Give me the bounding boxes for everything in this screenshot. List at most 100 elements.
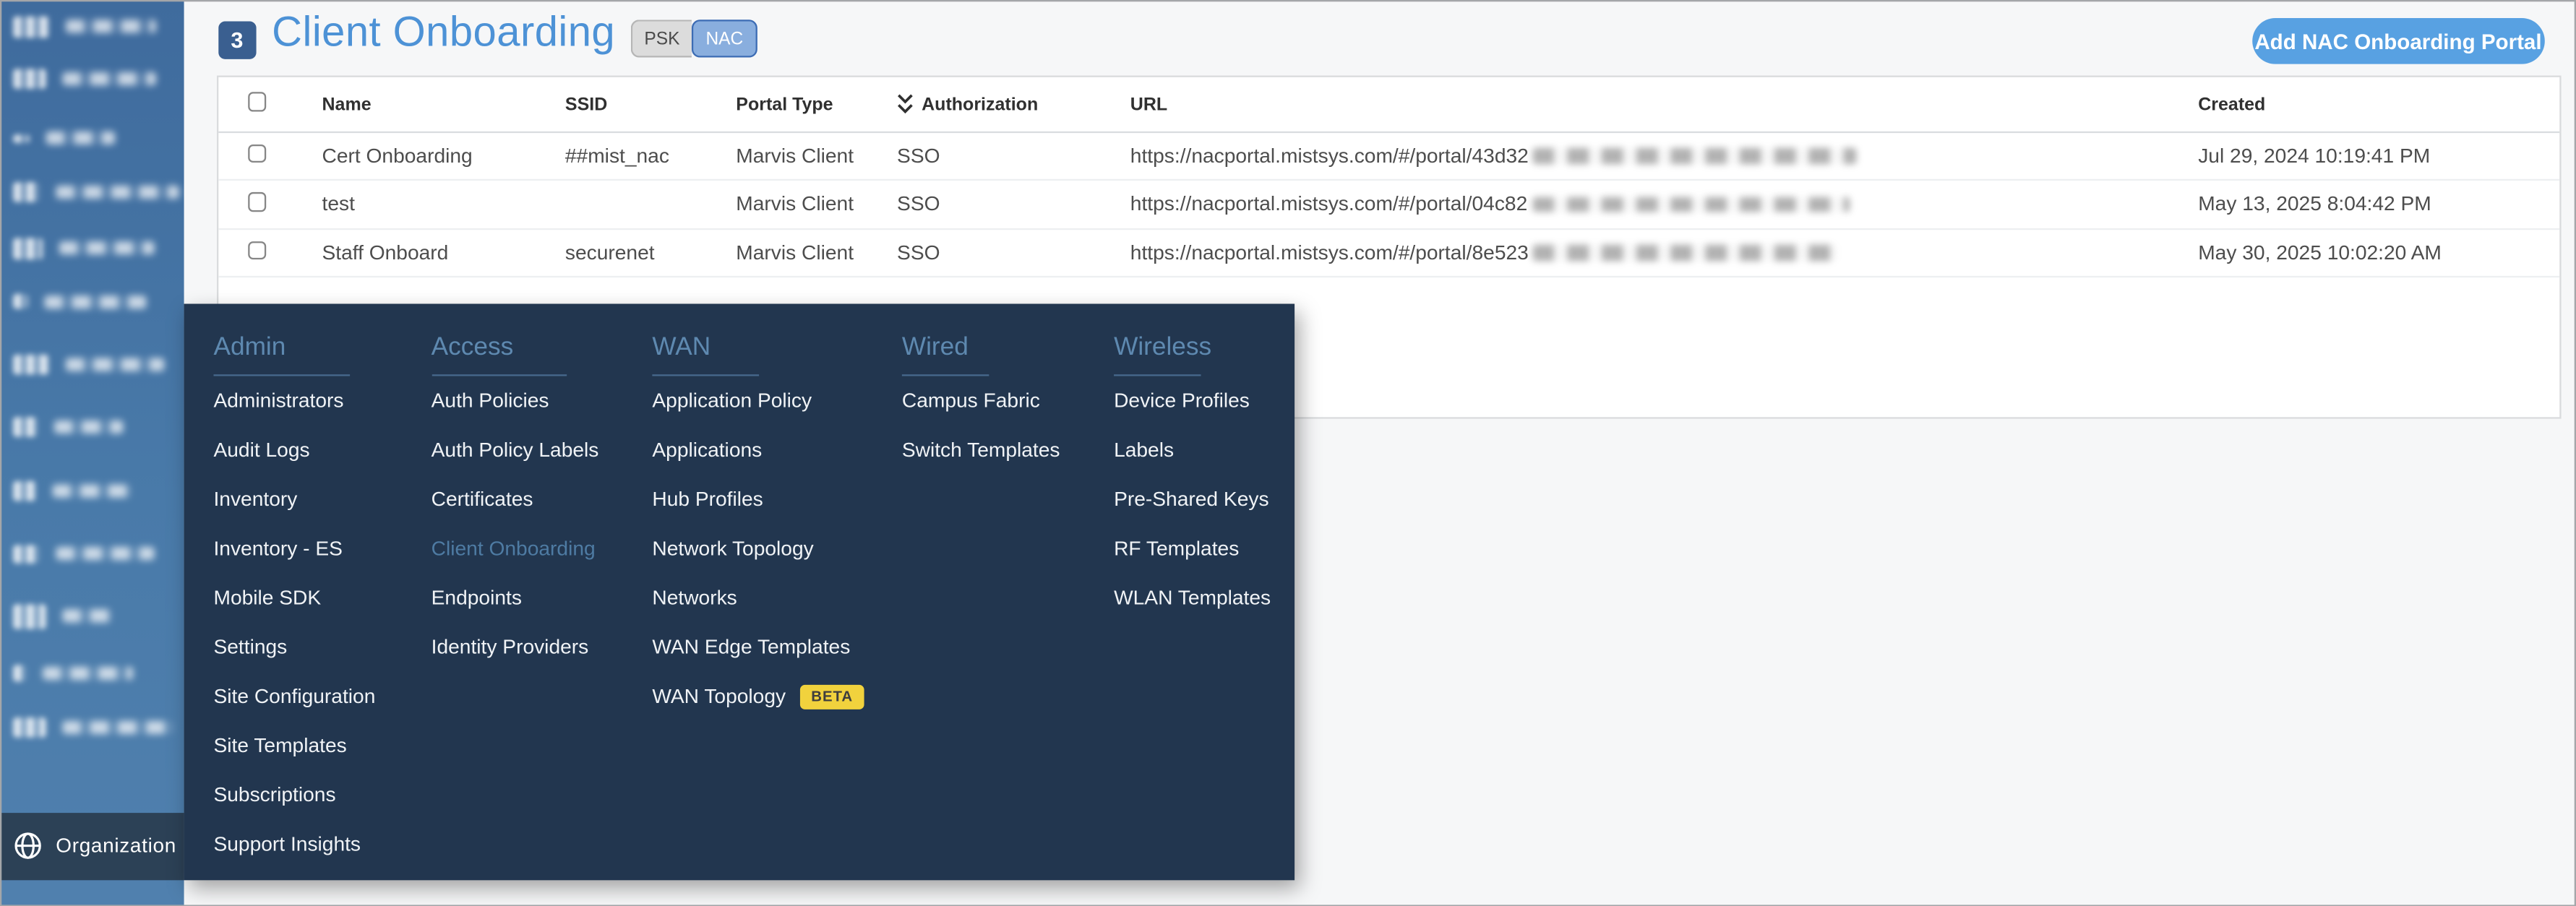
row-checkbox[interactable] (247, 192, 267, 212)
redacted-nav-icon (13, 417, 38, 437)
sidebar-item-redacted[interactable] (0, 236, 183, 260)
table-body: Cert Onboarding ##mist_nac Marvis Client… (218, 133, 2560, 278)
row-select-cell (218, 241, 322, 264)
menu-item[interactable]: Support Insights (213, 820, 375, 869)
menu-column-items: Auth Policies Auth Policy Labels Certifica… (432, 377, 599, 673)
select-all-cell (218, 92, 322, 116)
redacted-nav-label (52, 484, 132, 498)
redacted-nav-label (62, 609, 112, 623)
menu-item[interactable]: Inventory (213, 475, 375, 525)
table-row[interactable]: test Marvis Client SSO https://nacportal… (218, 181, 2560, 230)
menu-item[interactable]: Labels (1114, 426, 1271, 475)
menu-item[interactable]: Device Profiles (1114, 377, 1271, 426)
sidebar-item-redacted[interactable] (0, 353, 183, 377)
redacted-nav-icon (13, 134, 30, 142)
url-link[interactable]: https://nacportal.mistsys.com/#/portal/4… (1130, 144, 1529, 168)
sidebar-item-redacted[interactable] (0, 126, 183, 150)
menu-column-items: Campus Fabric Switch Templates (902, 377, 1060, 475)
column-header-authorization-label: Authorization (922, 94, 1039, 115)
menu-item[interactable]: Mobile SDK (213, 574, 375, 623)
menu-item-label: Certificates (431, 488, 533, 512)
menu-item[interactable]: Endpoints (432, 574, 599, 623)
redacted-nav-label (65, 20, 156, 33)
add-nac-onboarding-portal-button[interactable]: Add NAC Onboarding Portal (2252, 18, 2544, 64)
cell-ssid: securenet (564, 241, 655, 264)
menu-item-label: Pre-Shared Keys (1114, 488, 1269, 512)
redacted-url-tail (1533, 244, 1838, 261)
menu-item[interactable]: Campus Fabric (902, 377, 1060, 426)
menu-item[interactable]: Client Onboarding (432, 525, 599, 574)
sidebar-item-redacted[interactable] (0, 415, 183, 439)
menu-item[interactable]: Applications (652, 426, 864, 475)
column-header-url[interactable]: URL (1130, 95, 2198, 114)
column-header-portal-type[interactable]: Portal Type (736, 95, 897, 114)
sidebar-item-redacted[interactable] (0, 661, 183, 686)
menu-item-label: Settings (213, 636, 288, 660)
column-header-ssid[interactable]: SSID (565, 95, 736, 114)
row-checkbox[interactable] (247, 241, 267, 260)
menu-item[interactable]: Application Policy (652, 377, 864, 426)
menu-item[interactable]: Site Templates (213, 722, 375, 771)
menu-column: WAN Application Policy Applications Hub Pr… (652, 332, 864, 722)
url-link[interactable]: https://nacportal.mistsys.com/#/portal/8… (1130, 241, 1529, 264)
menu-item[interactable]: Switch Templates (902, 426, 1060, 475)
toggle-nac-button[interactable]: NAC (691, 19, 757, 59)
redacted-nav-icon (13, 717, 46, 738)
menu-item[interactable]: Pre-Shared Keys (1114, 475, 1271, 525)
column-header-created[interactable]: Created (2198, 95, 2559, 114)
sidebar-item-redacted[interactable] (0, 541, 183, 566)
menu-item-label: Campus Fabric (901, 389, 1040, 413)
redacted-nav-icon (13, 69, 46, 89)
sidebar-organization-label: Organization (56, 834, 176, 858)
menu-item[interactable]: Network Topology (652, 525, 864, 574)
redacted-nav-label (56, 546, 155, 561)
sidebar-item-redacted[interactable] (0, 14, 183, 38)
sidebar-item-redacted[interactable] (0, 715, 183, 740)
row-checkbox[interactable] (247, 144, 267, 163)
menu-item[interactable]: Networks (652, 574, 864, 623)
menu-item[interactable]: Settings (213, 624, 375, 673)
table-row[interactable]: Staff Onboard securenet Marvis Client SS… (218, 229, 2560, 278)
menu-item[interactable]: WAN Edge Templates (652, 624, 864, 673)
menu-item[interactable]: Hub Profiles (652, 475, 864, 525)
menu-column-title: Admin (213, 332, 286, 361)
sidebar-item-redacted[interactable] (0, 289, 183, 314)
psk-nac-toggle: PSK NAC (630, 19, 757, 59)
select-all-checkbox[interactable] (247, 92, 267, 112)
url-link[interactable]: https://nacportal.mistsys.com/#/portal/0… (1130, 193, 1527, 216)
menu-column-items: Application Policy Applications Hub Profil… (652, 377, 864, 722)
menu-item[interactable]: WAN Topology BETA (652, 673, 864, 722)
menu-item[interactable]: Certificates (432, 475, 599, 525)
sidebar-item-redacted[interactable] (0, 66, 183, 91)
cell-url: https://nacportal.mistsys.com/#/portal/8… (1130, 241, 2198, 264)
redacted-nav-icon (13, 354, 50, 375)
sidebar-item-redacted[interactable] (0, 180, 183, 204)
sidebar-item-redacted[interactable] (0, 603, 183, 629)
menu-item[interactable]: Auth Policy Labels (432, 426, 599, 475)
menu-item[interactable]: Site Configuration (213, 673, 375, 722)
table-row[interactable]: Cert Onboarding ##mist_nac Marvis Client… (218, 133, 2560, 181)
menu-item[interactable]: RF Templates (1114, 525, 1271, 574)
column-header-authorization[interactable]: Authorization (897, 94, 1130, 116)
menu-item-label: Labels (1114, 439, 1175, 462)
sidebar-item-redacted[interactable] (0, 479, 183, 504)
menu-item[interactable]: WLAN Templates (1114, 574, 1271, 623)
menu-item-label: Site Templates (213, 735, 347, 758)
menu-item-label: WAN Topology (652, 685, 786, 709)
menu-item[interactable]: Auth Policies (432, 377, 599, 426)
menu-item[interactable]: Audit Logs (213, 426, 375, 475)
menu-item-label: Application Policy (652, 389, 812, 413)
menu-item[interactable]: Subscriptions (213, 771, 375, 820)
sidebar-item-organization[interactable]: Organization (0, 812, 184, 880)
menu-column: Access Auth Policies Auth Policy Labels Ce… (431, 332, 599, 673)
toggle-psk-button[interactable]: PSK (630, 19, 692, 59)
column-header-name[interactable]: Name (322, 95, 564, 114)
sort-descending-icon (898, 94, 913, 114)
redacted-nav-label (46, 131, 116, 145)
cell-authorization: SSO (897, 144, 940, 168)
menu-item[interactable]: Administrators (213, 377, 375, 426)
menu-column-items: Administrators Audit Logs Inventory Invento… (213, 377, 375, 870)
menu-item[interactable]: Identity Providers (432, 624, 599, 673)
redacted-nav-label (65, 358, 165, 371)
menu-item[interactable]: Inventory - ES (213, 525, 375, 574)
